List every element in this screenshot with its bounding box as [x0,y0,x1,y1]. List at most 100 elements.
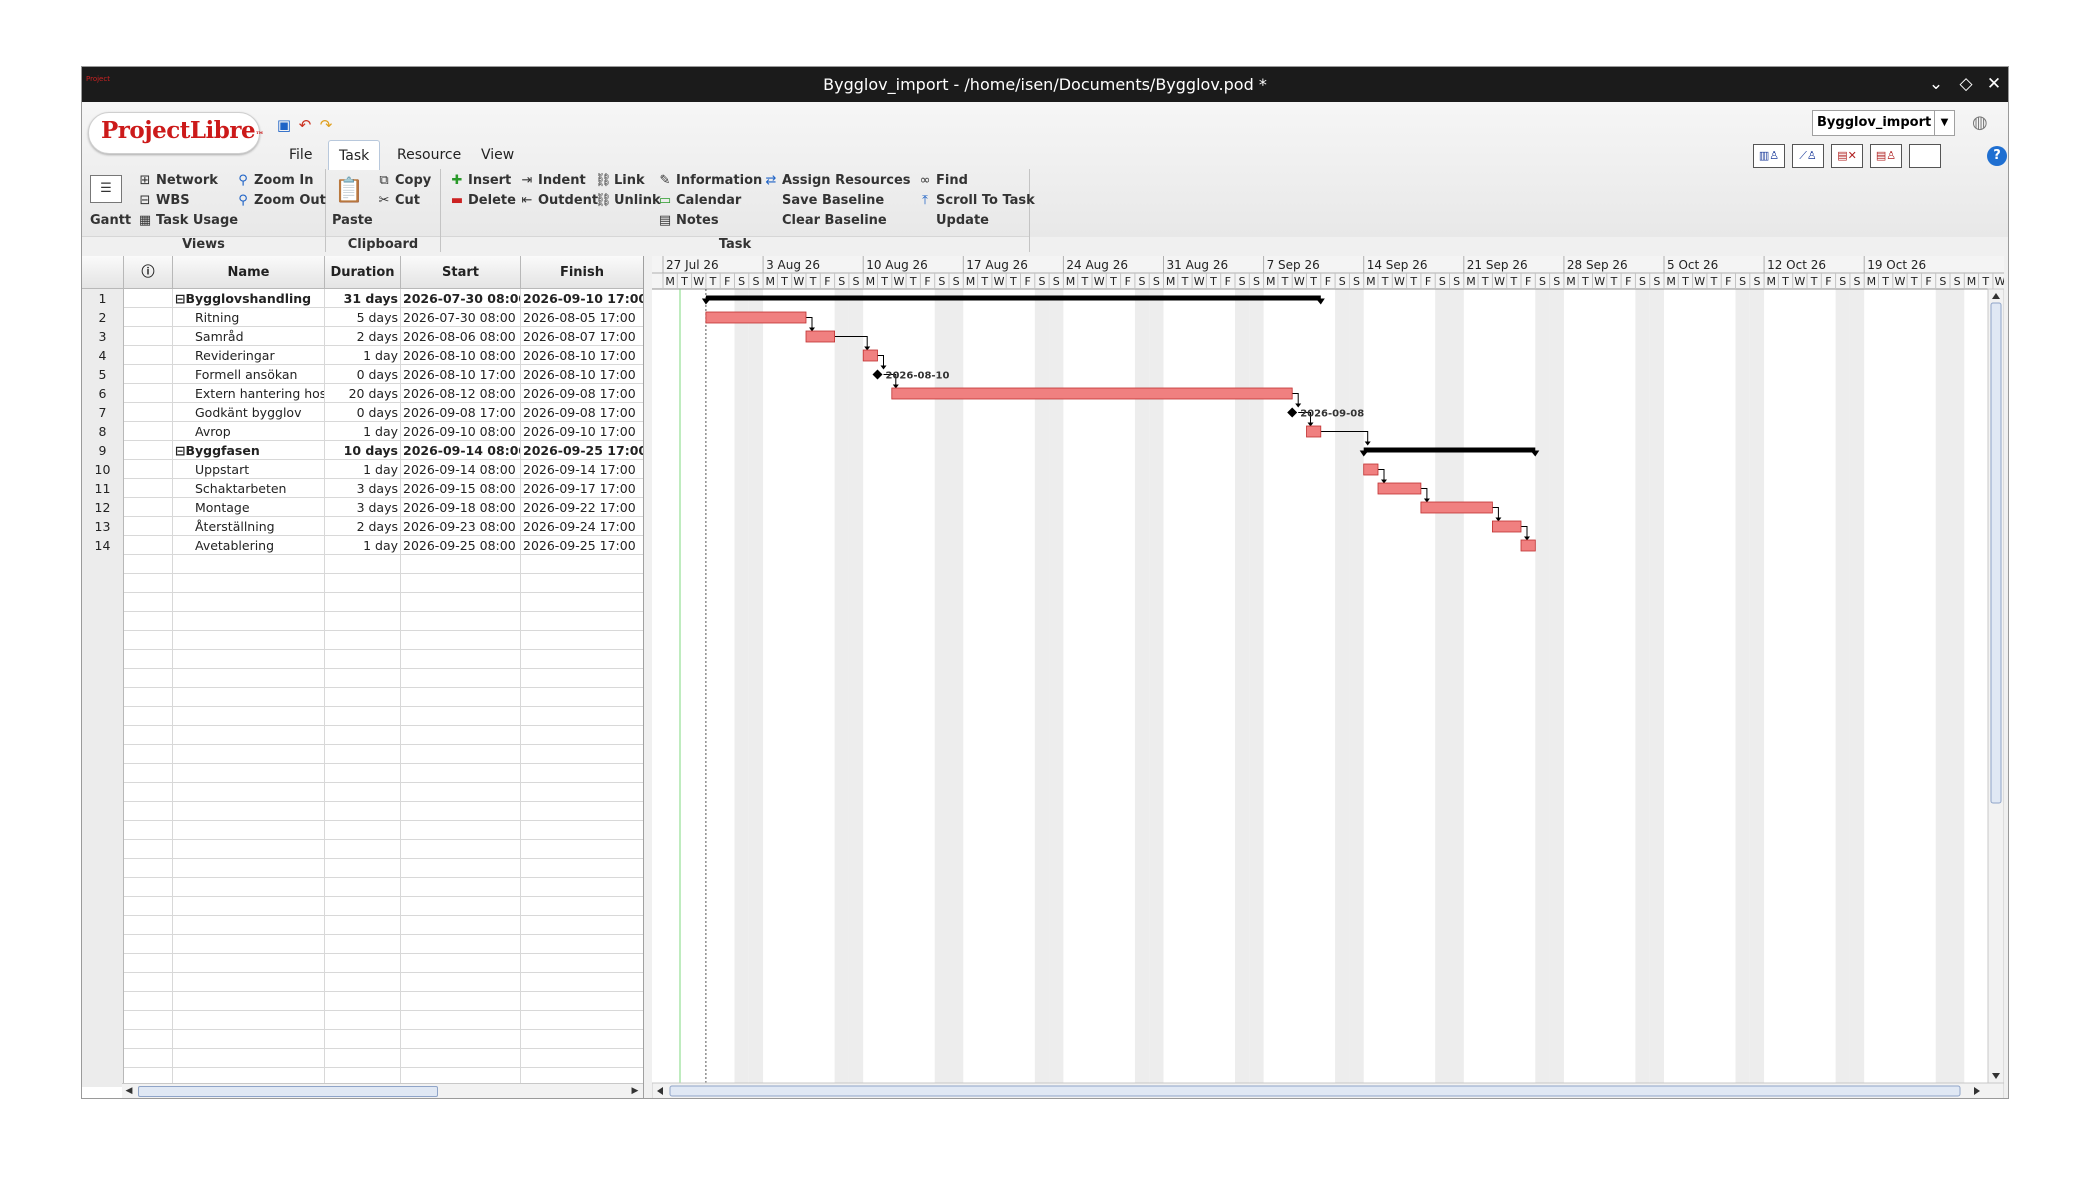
task-finish-cell[interactable] [521,897,643,916]
task-start-cell[interactable] [401,612,521,631]
row-number-cell[interactable] [82,802,124,821]
task-finish-cell[interactable] [521,973,643,992]
paste-button[interactable]: Paste [332,211,373,231]
empty-table-row[interactable] [82,612,643,631]
task-duration-cell[interactable]: 1 day [325,460,401,479]
table-row[interactable]: 3 Samråd 2 days 2026-08-06 08:00 2026-08-07 … [82,327,643,346]
task-finish-cell[interactable] [521,954,643,973]
task-name-cell[interactable]: Montage [173,498,325,517]
task-name-cell[interactable] [173,916,325,935]
row-number-cell[interactable] [82,954,124,973]
empty-table-row[interactable] [82,555,643,574]
task-start-cell[interactable] [401,916,521,935]
task-finish-cell[interactable] [521,745,643,764]
row-number-cell[interactable] [82,1068,124,1087]
task-finish-cell[interactable] [521,802,643,821]
row-number-cell[interactable] [82,688,124,707]
task-duration-cell[interactable] [325,1011,401,1030]
empty-table-row[interactable] [82,973,643,992]
task-bar[interactable] [705,311,807,324]
name-column-header[interactable]: Name [173,256,325,289]
task-finish-cell[interactable]: 2026-09-25 17:00 [521,441,643,460]
task-start-cell[interactable] [401,669,521,688]
row-number-cell[interactable] [82,764,124,783]
task-start-cell[interactable]: 2026-09-25 08:00 [401,536,521,555]
task-start-cell[interactable] [401,650,521,669]
task-duration-cell[interactable]: 0 days [325,365,401,384]
row-number-cell[interactable]: 8 [82,422,124,441]
row-number-cell[interactable] [82,1030,124,1049]
task-finish-cell[interactable] [521,1049,643,1068]
task-name-cell[interactable]: ⊟Bygglovshandling [173,289,325,308]
table-row[interactable]: 2 Ritning 5 days 2026-07-30 08:00 2026-08-05… [82,308,643,327]
gantt-horizontal-scroll-thumb[interactable] [669,1085,1961,1097]
task-duration-cell[interactable] [325,1030,401,1049]
task-duration-cell[interactable]: 20 days [325,384,401,403]
gantt-chart[interactable]: 27 Jul 26 3 Aug 26 10 Aug 26 17 Aug 26 24 Au… [652,256,2004,1099]
task-name-cell[interactable] [173,821,325,840]
task-start-cell[interactable] [401,1030,521,1049]
task-bar[interactable] [1420,501,1493,514]
scroll-to-task-button[interactable]: ⤒ Scroll To Task [917,191,1035,211]
copy-button[interactable]: ⧉ Copy [376,171,431,191]
resource-chart-view-icon[interactable]: ▥♙ [1753,144,1785,168]
task-finish-cell[interactable] [521,821,643,840]
task-start-cell[interactable]: 2026-08-12 08:00 [401,384,521,403]
row-number-cell[interactable]: 14 [82,536,124,555]
row-number-cell[interactable] [82,707,124,726]
row-number-cell[interactable] [82,612,124,631]
empty-table-row[interactable] [82,935,643,954]
task-name-cell[interactable]: Uppstart [173,460,325,479]
task-name-cell[interactable] [173,783,325,802]
empty-table-row[interactable] [82,821,643,840]
row-number-cell[interactable] [82,669,124,688]
task-duration-cell[interactable] [325,688,401,707]
table-row[interactable]: 5 Formell ansökan 0 days 2026-08-10 17:00 20… [82,365,643,384]
task-name-cell[interactable] [173,935,325,954]
table-row[interactable]: 13 Återställning 2 days 2026-09-23 08:00 202… [82,517,643,536]
task-bar[interactable] [1492,520,1522,533]
task-name-cell[interactable] [173,631,325,650]
task-duration-cell[interactable]: 2 days [325,517,401,536]
maximize-icon[interactable]: ◇ [1954,72,1978,96]
row-number-cell[interactable] [82,650,124,669]
task-finish-cell[interactable] [521,935,643,954]
task-start-cell[interactable] [401,1049,521,1068]
task-finish-cell[interactable]: 2026-09-10 17:00 [521,289,643,308]
task-finish-cell[interactable]: 2026-09-14 17:00 [521,460,643,479]
task-name-cell[interactable] [173,707,325,726]
scroll-left-icon[interactable]: ◀ [122,1084,136,1098]
network-button[interactable]: ⊞ Network [137,171,218,191]
empty-table-row[interactable] [82,650,643,669]
empty-table-row[interactable] [82,745,643,764]
task-bar[interactable] [805,330,836,343]
task-name-cell[interactable] [173,954,325,973]
duration-column-header[interactable]: Duration [325,256,401,289]
task-finish-cell[interactable] [521,669,643,688]
resource-usage-view-icon[interactable]: ▤♙ [1870,144,1902,168]
task-name-cell[interactable] [173,574,325,593]
task-start-cell[interactable]: 2026-07-30 08:00 [401,308,521,327]
task-start-cell[interactable] [401,726,521,745]
task-duration-cell[interactable] [325,1049,401,1068]
empty-table-row[interactable] [82,707,643,726]
task-finish-cell[interactable] [521,878,643,897]
row-number-cell[interactable]: 4 [82,346,124,365]
row-number-cell[interactable] [82,916,124,935]
task-bar[interactable] [891,387,1293,400]
globe-icon[interactable]: ◍ [1972,112,1988,133]
task-start-cell[interactable] [401,688,521,707]
task-duration-cell[interactable]: 0 days [325,403,401,422]
gantt-canvas[interactable]: 27 Jul 26 3 Aug 26 10 Aug 26 17 Aug 26 24 Au… [652,256,2004,1099]
row-number-cell[interactable] [82,973,124,992]
tab-task[interactable]: Task [328,140,381,170]
task-duration-cell[interactable]: 3 days [325,498,401,517]
help-icon[interactable]: ? [1987,146,2007,166]
empty-table-row[interactable] [82,878,643,897]
row-number-cell[interactable]: 7 [82,403,124,422]
wbs-button[interactable]: ⊟ WBS [137,191,190,211]
row-number-cell[interactable] [82,1049,124,1068]
task-duration-cell[interactable]: 10 days [325,441,401,460]
task-duration-cell[interactable] [325,916,401,935]
task-name-cell[interactable] [173,688,325,707]
